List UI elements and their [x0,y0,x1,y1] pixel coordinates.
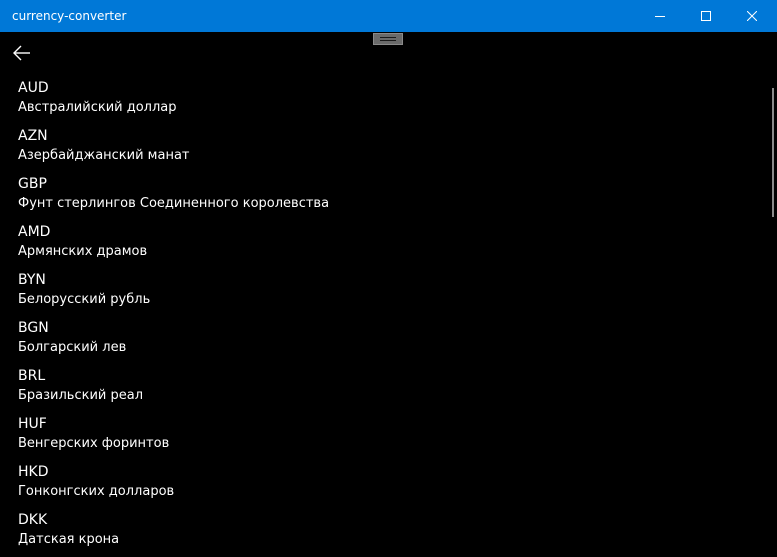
currency-code: DKK [18,512,48,528]
currency-name: Гонконгских долларов [18,484,175,499]
currency-name: Австралийский доллар [18,100,177,115]
maximize-icon [701,11,711,21]
list-item[interactable]: AUD Австралийский доллар [0,76,770,124]
currency-code: AMD [18,224,51,240]
close-icon [747,11,757,21]
list-item[interactable]: HKD Гонконгских долларов [0,460,770,508]
currency-code: BRL [18,368,46,384]
app-window: currency-converter AUD Австралийский дол… [0,0,777,557]
currency-name: Белорусский рубль [18,292,151,307]
currency-code: HUF [18,416,47,432]
list-item[interactable]: DKK Датская крона [0,508,770,556]
currency-name: Болгарский лев [18,340,127,355]
currency-code: HKD [18,464,49,480]
drag-handle-line [380,37,396,38]
back-button[interactable] [8,39,36,67]
currency-name: Венгерских форинтов [18,436,170,451]
currency-name: Бразильский реал [18,388,144,403]
list-item[interactable]: GBP Фунт стерлингов Соединенного королев… [0,172,770,220]
list-item[interactable]: AZN Азербайджанский манат [0,124,770,172]
currency-code: BGN [18,320,49,336]
list-item[interactable]: AMD Армянских драмов [0,220,770,268]
list-item[interactable]: BYN Белорусский рубль [0,268,770,316]
drag-handle-line [380,40,396,41]
arrow-left-icon [13,45,30,61]
title-bar[interactable]: currency-converter [0,0,777,32]
window-title: currency-converter [12,9,127,23]
currency-code: GBP [18,176,47,192]
list-item[interactable]: BRL Бразильский реал [0,364,770,412]
list-item[interactable]: HUF Венгерских форинтов [0,412,770,460]
list-item[interactable]: BGN Болгарский лев [0,316,770,364]
currency-name: Азербайджанский манат [18,148,190,163]
currency-name: Армянских драмов [18,244,148,259]
currency-code: AZN [18,128,48,144]
drag-handle[interactable] [373,33,403,45]
currency-name: Датская крона [18,532,120,547]
minimize-button[interactable] [637,0,683,32]
currency-code: BYN [18,272,46,288]
maximize-button[interactable] [683,0,729,32]
currency-list[interactable]: AUD Австралийский доллар AZN Азербайджан… [0,76,770,557]
currency-name: Фунт стерлингов Соединенного королевства [18,196,330,211]
close-button[interactable] [729,0,775,32]
minimize-icon [655,16,665,17]
scrollbar-thumb[interactable] [772,88,774,217]
currency-code: AUD [18,80,49,96]
